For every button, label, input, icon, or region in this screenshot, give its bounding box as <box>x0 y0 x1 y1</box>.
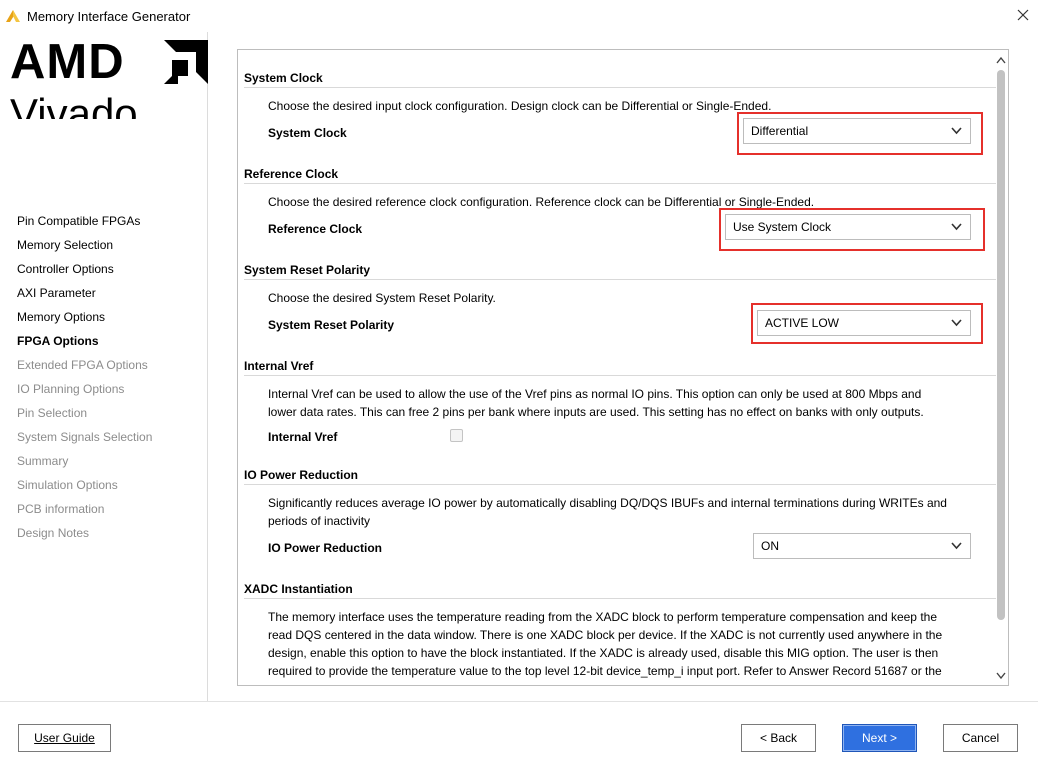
wizard-steps: Pin Compatible FPGAs Memory Selection Co… <box>17 214 152 550</box>
sidebar-item-extended-fpga-options: Extended FPGA Options <box>17 358 148 372</box>
brand-product: Vivado <box>10 90 138 120</box>
divider <box>244 87 996 88</box>
reference-clock-label: Reference Clock <box>268 222 363 236</box>
wizard-footer: User Guide < Back Next > Cancel <box>0 701 1038 769</box>
sidebar-item-axi-parameter[interactable]: AXI Parameter <box>17 286 152 310</box>
reference-clock-value: Use System Clock <box>733 220 832 234</box>
divider <box>244 598 996 599</box>
sidebar-item-pcb-information: PCB information <box>17 502 105 516</box>
scroll-down-icon[interactable] <box>996 672 1006 680</box>
back-button[interactable]: < Back <box>741 724 816 752</box>
cancel-button[interactable]: Cancel <box>943 724 1018 752</box>
system-clock-value: Differential <box>751 124 809 138</box>
close-icon[interactable] <box>1016 8 1030 22</box>
scrollbar-thumb[interactable] <box>997 70 1005 620</box>
sidebar-item-fpga-options[interactable]: FPGA Options <box>17 334 152 358</box>
xadc-description-line3: design, enable this option to have the b… <box>268 646 939 660</box>
sidebar-item-simulation-options: Simulation Options <box>17 478 118 492</box>
internal-vref-label: Internal Vref <box>268 430 338 444</box>
brand-company: AMD <box>10 37 125 89</box>
system-clock-label: System Clock <box>268 126 347 140</box>
back-label: < Back <box>759 731 798 745</box>
sidebar-item-design-notes: Design Notes <box>17 526 90 540</box>
chevron-down-icon <box>951 542 962 550</box>
system-clock-select[interactable]: Differential <box>743 118 971 144</box>
user-guide-button[interactable]: User Guide <box>18 724 111 752</box>
reset-polarity-select[interactable]: ACTIVE LOW <box>757 310 971 336</box>
internal-vref-description-line2: lower data rates. This can free 2 pins p… <box>268 405 924 419</box>
reference-clock-description: Choose the desired reference clock confi… <box>268 195 815 209</box>
divider <box>244 279 996 280</box>
divider <box>244 484 996 485</box>
section-title-system-clock: System Clock <box>244 71 323 85</box>
section-title-io-power: IO Power Reduction <box>244 468 359 482</box>
sidebar-item-memory-selection[interactable]: Memory Selection <box>17 238 152 262</box>
xadc-description-line2: read DQS centered in the data window. Th… <box>268 628 943 642</box>
sidebar-item-pin-selection: Pin Selection <box>17 406 88 420</box>
section-title-internal-vref: Internal Vref <box>244 359 314 373</box>
vivado-logo-icon <box>6 10 20 22</box>
sidebar-item-summary: Summary <box>17 454 69 468</box>
chevron-down-icon <box>951 127 962 135</box>
divider <box>244 183 996 184</box>
sidebar-item-controller-options[interactable]: Controller Options <box>17 262 152 286</box>
chevron-down-icon <box>951 223 962 231</box>
cancel-label: Cancel <box>961 731 1000 745</box>
reset-polarity-value: ACTIVE LOW <box>765 316 840 330</box>
io-power-description-line2: periods of inactivity <box>268 514 371 528</box>
window-title: Memory Interface Generator <box>27 9 191 24</box>
scroll-up-icon[interactable] <box>996 56 1006 64</box>
xadc-description-line4: required to provide the temperature valu… <box>268 664 942 678</box>
io-power-label: IO Power Reduction <box>268 541 383 555</box>
xadc-description-line1: The memory interface uses the temperatur… <box>268 610 937 624</box>
chevron-down-icon <box>951 319 962 327</box>
sidebar-item-io-planning-options: IO Planning Options <box>17 382 125 396</box>
sidebar-item-memory-options[interactable]: Memory Options <box>17 310 152 334</box>
sidebar-item-system-signals-selection: System Signals Selection <box>17 430 153 444</box>
next-label: Next > <box>861 731 897 745</box>
section-title-reference-clock: Reference Clock <box>244 167 339 181</box>
sidebar-item-pin-compatible-fpgas[interactable]: Pin Compatible FPGAs <box>17 214 152 238</box>
amd-arrow-icon <box>164 40 208 84</box>
divider <box>244 375 996 376</box>
reset-polarity-description: Choose the desired System Reset Polarity… <box>268 291 496 305</box>
reference-clock-select[interactable]: Use System Clock <box>725 214 971 240</box>
io-power-select[interactable]: ON <box>753 533 971 559</box>
system-clock-description: Choose the desired input clock configura… <box>268 99 772 113</box>
user-guide-label: User Guide <box>34 731 95 745</box>
section-title-xadc: XADC Instantiation <box>244 582 353 596</box>
internal-vref-checkbox[interactable] <box>450 429 463 442</box>
io-power-description-line1: Significantly reduces average IO power b… <box>268 496 947 510</box>
io-power-value: ON <box>761 539 779 553</box>
section-title-reset-polarity: System Reset Polarity <box>244 263 371 277</box>
brand-logo: AMD Vivado <box>10 37 208 119</box>
reset-polarity-label: System Reset Polarity <box>268 318 395 332</box>
next-button[interactable]: Next > <box>842 724 917 752</box>
title-bar: Memory Interface Generator <box>0 0 1038 32</box>
fpga-options-panel[interactable]: System Clock Choose the desired input cl… <box>237 49 1009 686</box>
vertical-scrollbar[interactable] <box>994 56 1008 684</box>
wizard-sidebar: AMD Vivado Pin Compatible FPGAs Memory S… <box>0 32 208 701</box>
internal-vref-description-line1: Internal Vref can be used to allow the u… <box>268 387 922 401</box>
